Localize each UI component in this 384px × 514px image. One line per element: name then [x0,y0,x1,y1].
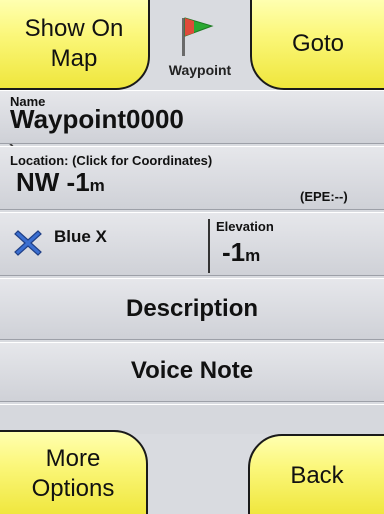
more-options-label-line2: Options [31,475,115,502]
elevation-label: Elevation [216,219,274,234]
location-label: Location: (Click for Coordinates) [10,153,213,168]
symbol-name: Blue X [54,227,107,246]
symbol-divider [208,219,210,273]
elevation-unit: m [245,246,261,265]
voice-note-label: Voice Note [130,357,254,384]
location-field[interactable]: Location: (Click for Coordinates) NW -1m… [0,146,384,210]
location-value: NW -1 [16,167,90,197]
elevation-value: -1 [222,237,246,267]
more-options-button[interactable]: More Options [0,430,148,514]
show-on-map-label-line1: Show On [24,15,124,42]
epe-value: (EPE:--) [300,189,348,204]
symbol-elevation-row: Blue X Elevation -1m [0,212,384,276]
back-label: Back [290,462,344,489]
more-options-label-line1: More [45,445,101,472]
name-field[interactable]: Name Waypoint0000 [0,90,384,144]
waypoint-caption: Waypoint [168,62,232,78]
show-on-map-button[interactable]: Show On Map [0,0,150,90]
show-on-map-label-line2: Map [50,45,98,72]
description-label: Description [125,295,259,322]
blue-x-icon [14,230,42,256]
symbol-selector[interactable]: Blue X [0,213,208,277]
elevation-value-wrap[interactable]: -1m [222,237,260,268]
waypoint-screen: Show On Map Waypoint Goto Name Waypoint0… [0,0,384,514]
voice-note-button[interactable]: Voice Note [0,342,384,402]
green-flag-icon [182,17,214,56]
location-value-wrap: NW -1m [16,167,105,198]
back-button[interactable]: Back [248,434,384,514]
goto-button[interactable]: Goto [250,0,384,90]
waypoint-header: Waypoint [150,0,250,88]
name-value: Waypoint0000 [10,104,184,134]
goto-label: Goto [291,30,345,57]
description-button[interactable]: Description [0,278,384,340]
location-unit: m [89,176,105,195]
